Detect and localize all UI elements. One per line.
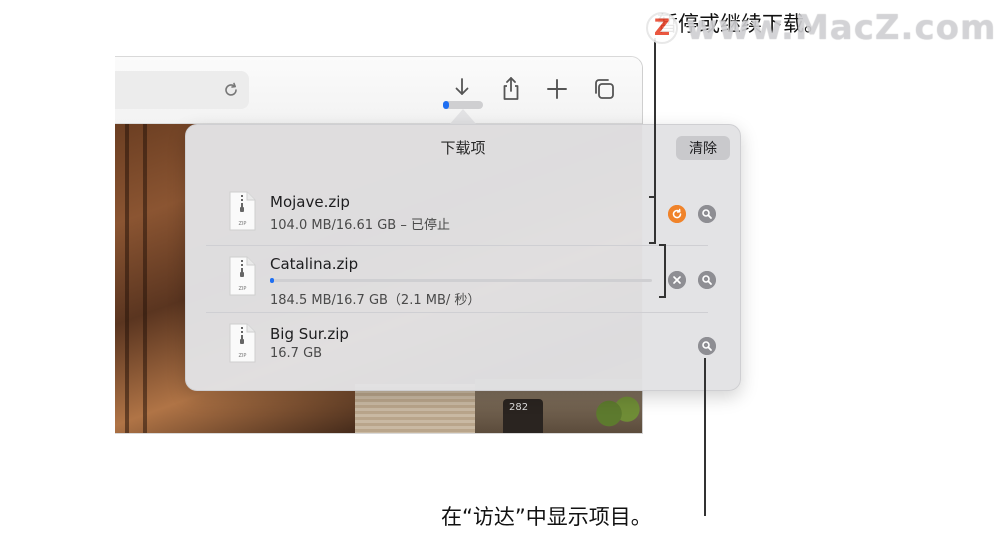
address-bar[interactable] <box>115 71 249 109</box>
download-icon[interactable] <box>448 75 476 103</box>
zip-file-icon: ZIP <box>229 323 256 363</box>
download-progress-bar <box>270 278 652 283</box>
reveal-in-finder-icon[interactable] <box>698 337 716 355</box>
popover-arrow <box>449 109 477 125</box>
callout-leader-line <box>649 196 656 198</box>
callout-leader-line <box>664 244 666 298</box>
callout-leader-line <box>659 244 666 246</box>
callout-show-in-finder: 在“访达”中显示项目。 <box>441 505 652 529</box>
file-name: Catalina.zip <box>270 255 359 273</box>
resume-icon[interactable] <box>668 205 686 223</box>
zip-file-icon: ZIP <box>229 191 256 231</box>
svg-text:ZIP: ZIP <box>239 221 247 227</box>
svg-text:ZIP: ZIP <box>239 286 247 292</box>
share-icon[interactable] <box>497 75 525 103</box>
lamp-number: 282 <box>509 402 529 413</box>
callout-leader-line <box>659 296 666 298</box>
plant-shape <box>585 392 642 433</box>
watermark: Z www.MacZ.com <box>646 8 997 48</box>
callout-leader-line <box>704 358 706 516</box>
download-item-catalina[interactable]: ZIP Catalina.zip 184.5 MB/16.7 GB（2.1 MB… <box>206 246 722 312</box>
toolbar-download-progress <box>443 101 483 109</box>
toolbar <box>115 57 642 124</box>
download-item-mojave[interactable]: ZIP Mojave.zip 104.0 MB/16.61 GB – 已停止 <box>206 181 722 247</box>
watermark-text: www.MacZ.com <box>686 8 997 48</box>
file-status: 16.7 GB <box>270 346 323 361</box>
new-tab-icon[interactable] <box>543 75 571 103</box>
toolbar-download-progress-fill <box>443 101 449 109</box>
file-status: 104.0 MB/16.61 GB – 已停止 <box>270 218 450 233</box>
building-shape <box>355 384 485 433</box>
download-progress-fill <box>270 278 275 283</box>
reveal-in-finder-icon[interactable] <box>698 205 716 223</box>
tab-overview-icon[interactable] <box>590 75 618 103</box>
clear-button[interactable]: 清除 <box>676 136 730 160</box>
svg-text:ZIP: ZIP <box>239 353 247 359</box>
popover-title: 下载项 <box>440 139 486 157</box>
reload-icon[interactable] <box>221 80 241 100</box>
file-name: Mojave.zip <box>270 193 350 211</box>
file-name: Big Sur.zip <box>270 325 349 343</box>
zip-file-icon: ZIP <box>229 256 256 296</box>
downloads-popover: 下载项 清除 ZIP Mojave.zip 104.0 MB/16.61 GB … <box>185 124 741 391</box>
callout-leader-line <box>654 38 656 244</box>
download-item-big-sur[interactable]: ZIP Big Sur.zip 16.7 GB <box>206 313 722 379</box>
callout-leader-line <box>649 242 656 244</box>
watermark-logo: Z <box>646 12 678 44</box>
reveal-in-finder-icon[interactable] <box>698 271 716 289</box>
file-status: 184.5 MB/16.7 GB（2.1 MB/ 秒） <box>270 293 481 308</box>
cancel-download-icon[interactable] <box>668 271 686 289</box>
